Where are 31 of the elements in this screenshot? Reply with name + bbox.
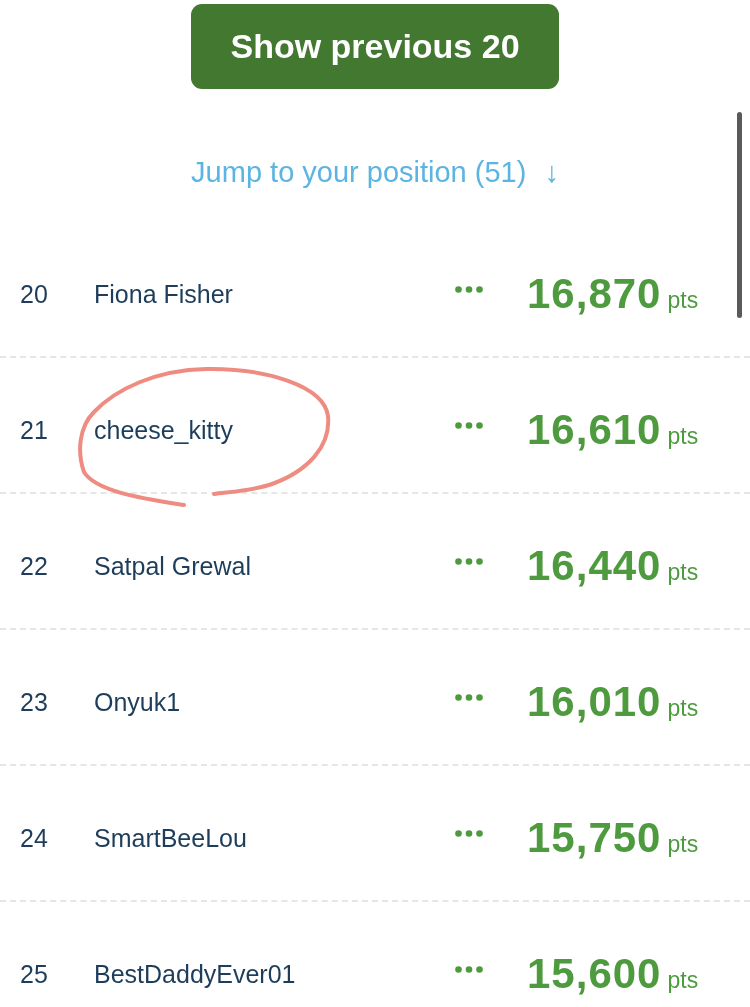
points-unit: pts: [667, 559, 699, 586]
points-value: 16,440: [527, 542, 662, 590]
rank-number: 20: [19, 279, 49, 309]
more-icon[interactable]: [455, 285, 483, 293]
player-name: BestDaddyEver01: [94, 959, 297, 989]
rank-number: 25: [19, 959, 49, 989]
points-unit: pts: [667, 287, 699, 314]
more-icon[interactable]: [455, 557, 483, 565]
rank-number: 24: [19, 823, 49, 853]
more-icon[interactable]: [455, 421, 483, 429]
more-icon[interactable]: [455, 693, 483, 701]
rank-number: 23: [19, 687, 49, 717]
more-icon[interactable]: [455, 829, 483, 837]
rank-number: 21: [19, 415, 49, 445]
rank-number: 22: [19, 551, 49, 581]
show-previous-button[interactable]: Show previous 20: [191, 4, 559, 89]
player-name: Fiona Fisher: [94, 279, 234, 309]
player-name: Satpal Grewal: [94, 551, 253, 581]
player-name: SmartBeeLou: [94, 823, 248, 853]
player-name: cheese_kitty: [94, 415, 234, 445]
points-value: 16,010: [527, 678, 662, 726]
more-icon[interactable]: [455, 965, 483, 973]
points-unit: pts: [667, 831, 699, 858]
points-unit: pts: [667, 423, 699, 450]
points-value: 15,750: [527, 814, 662, 862]
points-value: 16,870: [527, 270, 662, 318]
points-unit: pts: [667, 695, 699, 722]
points-unit: pts: [667, 967, 699, 994]
points-value: 15,600: [527, 950, 662, 998]
player-name: Onyuk1: [94, 687, 182, 717]
points-value: 16,610: [527, 406, 662, 454]
